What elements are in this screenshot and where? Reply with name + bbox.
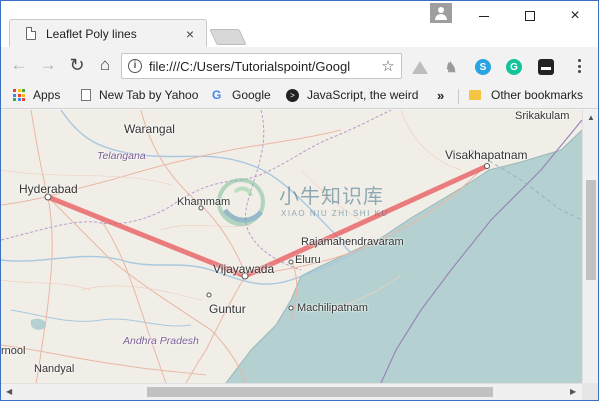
scroll-left-icon[interactable]: ◀ <box>6 387 12 396</box>
scroll-up-icon[interactable]: ▲ <box>587 113 595 122</box>
vertical-scrollbar[interactable]: ▲ <box>582 110 598 383</box>
address-bar[interactable]: i file:///C:/Users/Tutorialspoint/Googl … <box>121 53 402 79</box>
bookmark-star-icon[interactable]: ☆ <box>379 57 397 75</box>
maximize-icon <box>525 11 535 21</box>
reload-button[interactable]: ↻ <box>65 53 89 77</box>
tab-leaflet-poly-lines[interactable]: Leaflet Poly lines × <box>9 19 207 47</box>
bookmarks-divider <box>458 89 459 104</box>
vertical-scroll-thumb[interactable] <box>586 180 596 280</box>
city-label-rajamahendravaram: Rajamahendravaram <box>301 236 404 248</box>
city-label-srikakulam: Srikakulam <box>515 110 570 122</box>
bookmark-apps[interactable]: Apps <box>13 88 60 102</box>
browser-window: Leaflet Poly lines × × ← → ↻ ⌂ i file://… <box>0 0 599 401</box>
minimize-icon <box>479 15 489 17</box>
url-text[interactable]: file:///C:/Users/Tutorialspoint/Googl <box>149 59 379 74</box>
navigation-toolbar: ← → ↻ ⌂ i file:///C:/Users/Tutorialspoin… <box>1 47 598 83</box>
city-label-kurnool: rnool <box>1 345 26 357</box>
city-label-visakhapatnam: Visakhapatnam <box>445 148 528 162</box>
js-site-icon: > <box>286 88 299 102</box>
bookmark-apps-label: Apps <box>33 88 61 102</box>
bay-of-bengal <box>226 130 582 383</box>
folder-icon <box>469 90 481 100</box>
site-info-icon[interactable]: i <box>128 59 142 73</box>
bookmark-label: JavaScript, the weird <box>307 88 419 102</box>
region-label-telangana: Telangana <box>97 150 146 162</box>
close-window-button[interactable]: × <box>552 1 598 31</box>
apps-grid-icon <box>13 89 25 101</box>
bookmark-new-tab-yahoo[interactable]: New Tab by Yahoo <box>81 88 198 102</box>
city-label-nandyal: Nandyal <box>34 363 75 375</box>
city-label-warangal: Warangal <box>124 122 175 136</box>
new-tab-button[interactable] <box>209 29 247 45</box>
bookmark-label: New Tab by Yahoo <box>99 88 199 102</box>
lake <box>30 318 47 330</box>
minimize-button[interactable] <box>461 1 507 31</box>
city-label-khammam: Khammam <box>177 196 231 208</box>
watermark-text: 小牛知识库 <box>279 186 384 208</box>
skype-extension-icon[interactable]: S <box>475 59 491 75</box>
horn-extension-icon[interactable]: ♞ <box>443 59 459 75</box>
horizontal-scrollbar[interactable]: ◀ ▶ <box>1 383 582 400</box>
city-label-machilipatnam: Machilipatnam <box>297 302 368 314</box>
maximize-button[interactable] <box>507 1 553 31</box>
region-label-andhra-pradesh: Andhra Pradesh <box>123 335 199 347</box>
other-bookmarks-label: Other bookmarks <box>491 88 584 102</box>
bookmark-google[interactable]: G Google <box>212 88 271 102</box>
city-label-eluru: Eluru <box>295 254 321 266</box>
bookmark-label: Google <box>232 88 271 102</box>
user-profile-icon[interactable] <box>430 3 452 23</box>
back-button[interactable]: ← <box>7 53 31 77</box>
scrollbar-corner <box>582 383 598 400</box>
city-label-guntur: Guntur <box>209 302 246 316</box>
grammarly-extension-icon[interactable]: G <box>506 59 522 75</box>
city-label-hyderabad: Hyderabad <box>19 182 78 196</box>
page-icon <box>26 27 36 40</box>
home-button[interactable]: ⌂ <box>93 53 117 77</box>
bookmarks-bar: Apps New Tab by Yahoo G Google > JavaScr… <box>1 83 598 109</box>
forward-button[interactable]: → <box>36 53 60 77</box>
tab-strip: Leaflet Poly lines × × <box>1 1 598 47</box>
more-bookmarks-button[interactable]: » <box>437 88 444 103</box>
google-icon: G <box>212 88 222 102</box>
other-bookmarks[interactable]: Other bookmarks <box>469 88 583 102</box>
bookmark-javascript[interactable]: > JavaScript, the weird <box>286 88 447 102</box>
city-label-vijayawada: Vijayawada <box>213 262 275 276</box>
watermark-subtext: XIAO NIU ZHI SHI KU <box>281 209 389 218</box>
tab-title: Leaflet Poly lines <box>46 26 137 41</box>
watermark: 小牛知识库 XIAO NIU ZHI SHI KU <box>211 172 401 236</box>
horizontal-scroll-thumb[interactable] <box>147 387 493 397</box>
leaflet-map[interactable]: 小牛知识库 XIAO NIU ZHI SHI KU Warangal Telan… <box>1 110 582 383</box>
drive-extension-icon[interactable] <box>412 59 428 75</box>
scroll-right-icon[interactable]: ▶ <box>570 387 576 396</box>
dark-extension-icon[interactable]: ▬ <box>538 59 554 75</box>
tab-close-icon[interactable]: × <box>182 26 198 42</box>
browser-menu-icon[interactable] <box>571 57 587 75</box>
close-icon: × <box>570 7 580 24</box>
page-icon <box>81 89 91 101</box>
